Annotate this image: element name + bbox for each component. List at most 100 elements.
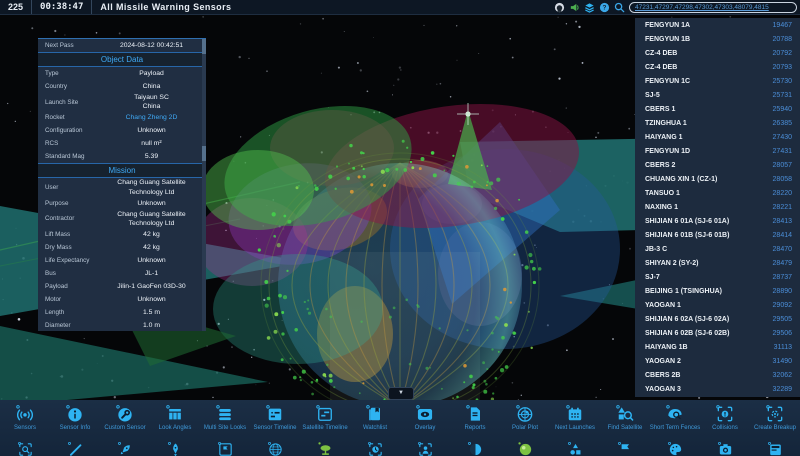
toolbar-item-polar-plot[interactable]: Polar Plot bbox=[500, 404, 550, 440]
sim-clock[interactable]: 00:38:47 bbox=[32, 0, 92, 14]
search-icon[interactable] bbox=[614, 2, 625, 13]
toolbar2-item-draw-line[interactable] bbox=[50, 441, 100, 456]
toolbar2-item-palette[interactable] bbox=[650, 441, 700, 456]
topbar-icons: ? bbox=[554, 2, 625, 13]
next-launches-icon bbox=[565, 404, 585, 424]
toolbar-label: Multi Site Looks bbox=[204, 425, 246, 431]
satellite-norad-id: 28890 bbox=[773, 288, 792, 295]
satellite-norad-id: 28414 bbox=[773, 232, 792, 239]
toolbar2-item-rocket-tilted[interactable] bbox=[100, 441, 150, 456]
toolbar-item-sensors[interactable]: Sensors bbox=[0, 404, 50, 440]
satellite-list-item[interactable]: TANSUO 1 28220 bbox=[635, 186, 800, 200]
toolbar-item-collisions[interactable]: Collisions bbox=[700, 404, 750, 440]
satellite-name: JB-3 C bbox=[645, 246, 667, 253]
toolbar2-item-flag-frame[interactable] bbox=[200, 441, 250, 456]
satellite-norad-id: 27431 bbox=[773, 148, 792, 155]
info-row: User Chang Guang Satellite Technology Lt… bbox=[38, 178, 206, 196]
toolbar2-item-analyze-object[interactable] bbox=[0, 441, 50, 456]
toolbar2-item-moon[interactable] bbox=[450, 441, 500, 456]
satellite-list-item[interactable]: SHIJIAN 6 02B (SJ-6 02B) 29506 bbox=[635, 326, 800, 340]
toolbar-item-next-launches[interactable]: Next Launches bbox=[550, 404, 600, 440]
satellite-list-item[interactable]: FENGYUN 1A 19467 bbox=[635, 18, 800, 32]
toolbar-item-create-breakup[interactable]: Create Breakup bbox=[750, 404, 800, 440]
toolbar2-item-globe[interactable] bbox=[250, 441, 300, 456]
satellite-list-item[interactable]: CHUANG XIN 1 (CZ-1) 28058 bbox=[635, 172, 800, 186]
reports-icon bbox=[465, 404, 485, 424]
info-value: 42 kg bbox=[103, 243, 200, 252]
satellite-list-item[interactable]: CZ-4 DEB 20792 bbox=[635, 46, 800, 60]
satellite-list-item[interactable]: BEIJING 1 (TSINGHUA) 28890 bbox=[635, 284, 800, 298]
volume-icon[interactable] bbox=[569, 2, 580, 13]
toolbar-item-sensor-info[interactable]: Sensor Info bbox=[50, 404, 100, 440]
toolbar-item-reports[interactable]: Reports bbox=[450, 404, 500, 440]
satellite-list-item[interactable]: SJ-7 28737 bbox=[635, 270, 800, 284]
object-info-panel[interactable]: Next Pass 2024-08-12 00:42:51 Object Dat… bbox=[38, 38, 206, 331]
help-icon[interactable]: ? bbox=[599, 2, 610, 13]
satellite-list-item[interactable]: SHIJIAN 6 01B (SJ-6 01B) 28414 bbox=[635, 228, 800, 242]
satellite-list-item[interactable]: CBERS 1 25940 bbox=[635, 102, 800, 116]
toolbar-label: Overlay bbox=[415, 425, 436, 431]
layers-icon[interactable] bbox=[584, 2, 595, 13]
satellite-list-item[interactable]: YAOGAN 1 29092 bbox=[635, 298, 800, 312]
satellite-list-item[interactable]: TZINGHUA 1 26385 bbox=[635, 116, 800, 130]
github-icon[interactable] bbox=[554, 2, 565, 13]
info-value: null m² bbox=[103, 139, 200, 148]
info-row: Next Pass 2024-08-12 00:42:51 bbox=[38, 39, 206, 52]
satellite-list-item[interactable]: JB-3 C 28470 bbox=[635, 242, 800, 256]
info-scrollbar[interactable] bbox=[202, 39, 206, 331]
satellite-norad-id: 28737 bbox=[773, 274, 792, 281]
satellite-name: NAXING 1 bbox=[645, 204, 678, 211]
satellite-list-item[interactable]: HAIYANG 1B 31113 bbox=[635, 340, 800, 354]
satellite-list-item[interactable]: FENGYUN 1C 25730 bbox=[635, 74, 800, 88]
satellite-list-item[interactable]: YAOGAN 2 31490 bbox=[635, 354, 800, 368]
toolbar-item-multi-site-looks[interactable]: Multi Site Looks bbox=[200, 404, 250, 440]
toolbar2-item-rocket[interactable] bbox=[150, 441, 200, 456]
satellite-list-item[interactable]: CZ-4 DEB 20793 bbox=[635, 60, 800, 74]
satellite-list-item[interactable]: FENGYUN 1B 20788 bbox=[635, 32, 800, 46]
toolbar2-item-schedule[interactable] bbox=[750, 441, 800, 456]
toolbar-item-custom-sensor[interactable]: Custom Sensor bbox=[100, 404, 150, 440]
clock-brackets-icon bbox=[367, 441, 384, 456]
info-label: Purpose bbox=[45, 200, 103, 207]
section-header: Object Data bbox=[38, 52, 206, 67]
satellite-name: SHIJIAN 6 02A (SJ-6 02A) bbox=[645, 316, 729, 323]
toolbar-item-overlay[interactable]: Overlay bbox=[400, 404, 450, 440]
bottom-drawer-handle[interactable]: ▼ bbox=[388, 387, 414, 400]
satellite-search-results[interactable]: FENGYUN 1A 19467 FENGYUN 1B 20788 CZ-4 D… bbox=[635, 18, 800, 397]
toolbar-item-satellite-timeline[interactable]: Satellite Timeline bbox=[300, 404, 350, 440]
satellite-list-item[interactable]: SHIJIAN 6 01A (SJ-6 01A) 28413 bbox=[635, 214, 800, 228]
search-input[interactable] bbox=[629, 2, 797, 13]
satellite-list-item[interactable]: SHIYAN 2 (SY-2) 28479 bbox=[635, 256, 800, 270]
satellite-norad-id: 20793 bbox=[773, 64, 792, 71]
satellite-list-item[interactable]: YAOGAN 3 32289 bbox=[635, 382, 800, 396]
satellite-name: SHIJIAN 6 01B (SJ-6 01B) bbox=[645, 232, 729, 239]
toolbar-item-find-satellite[interactable]: Find Satellite bbox=[600, 404, 650, 440]
info-value[interactable]: Chang Zheng 2D bbox=[103, 113, 200, 122]
toolbar-item-sensor-timeline[interactable]: Sensor Timeline bbox=[250, 404, 300, 440]
satellite-list-item[interactable]: CBERS 2 28057 bbox=[635, 158, 800, 172]
satellite-list-item[interactable]: CBERS 2B 32062 bbox=[635, 368, 800, 382]
toolbar-item-watchlist[interactable]: Watchlist bbox=[350, 404, 400, 440]
satellite-list-item[interactable]: SHIJIAN 6 02A (SJ-6 02A) 29505 bbox=[635, 312, 800, 326]
satellite-list-item[interactable]: SJ-5 25731 bbox=[635, 88, 800, 102]
satellite-name: YAOGAN 2 bbox=[645, 358, 681, 365]
satellite-list-item[interactable]: NAXING 1 28221 bbox=[635, 200, 800, 214]
satellite-name: TZINGHUA 1 bbox=[645, 120, 687, 127]
toolbar-item-short-term-fences[interactable]: Short Term Fences bbox=[650, 404, 700, 440]
toolbar2-item-sphere[interactable] bbox=[500, 441, 550, 456]
sensors-icon bbox=[15, 404, 35, 424]
toolbar2-item-clock-brackets[interactable] bbox=[350, 441, 400, 456]
info-value: Unknown bbox=[103, 295, 200, 304]
toolbar2-item-flag[interactable] bbox=[600, 441, 650, 456]
toolbar2-item-ground-station[interactable] bbox=[300, 441, 350, 456]
satellite-name: FENGYUN 1A bbox=[645, 22, 690, 29]
toolbar2-item-shapes[interactable] bbox=[550, 441, 600, 456]
toolbar2-item-camera[interactable] bbox=[700, 441, 750, 456]
flag-frame-icon bbox=[217, 441, 234, 456]
satellite-list-item[interactable]: HAIYANG 1 27430 bbox=[635, 130, 800, 144]
draw-line-icon bbox=[67, 441, 84, 456]
satellite-list-item[interactable]: FENGYUN 1D 27431 bbox=[635, 144, 800, 158]
toolbar-item-look-angles[interactable]: Look Angles bbox=[150, 404, 200, 440]
toolbar2-item-person-brackets[interactable] bbox=[400, 441, 450, 456]
satellite-norad-id: 25730 bbox=[773, 78, 792, 85]
